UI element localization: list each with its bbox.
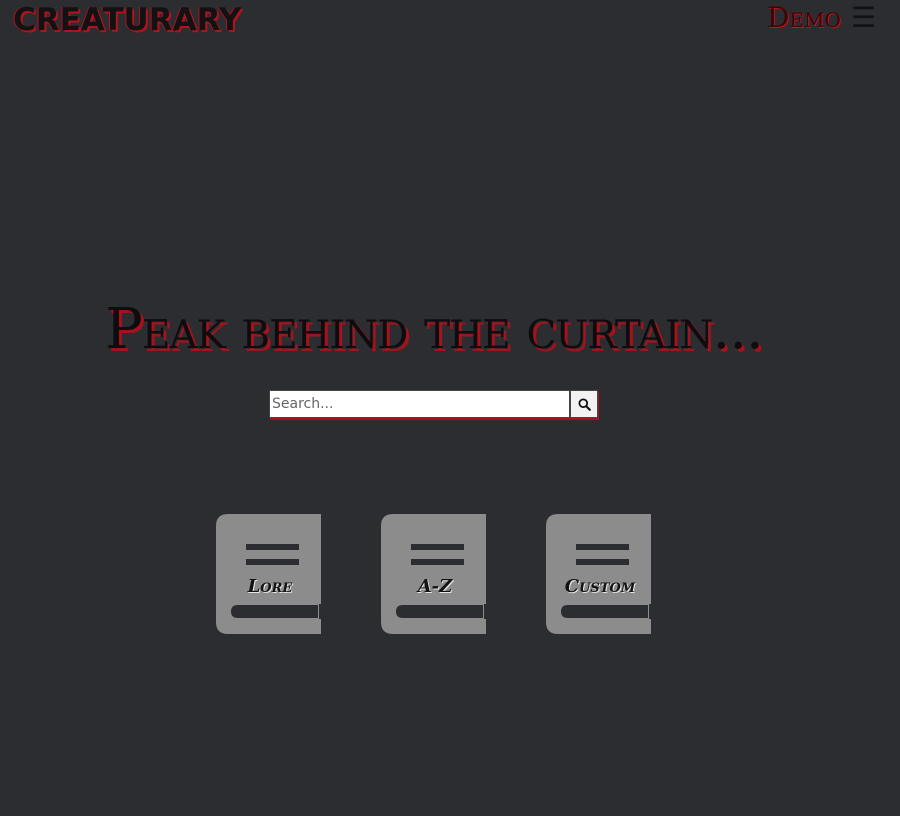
book-icon: [381, 514, 486, 634]
book-label: A-Z: [417, 576, 453, 597]
book-link-a-z[interactable]: A-Z: [381, 514, 486, 634]
book-links: Lore A-Z Custom: [216, 514, 651, 634]
search-input[interactable]: [269, 390, 570, 418]
search-icon: [577, 397, 591, 411]
demo-link[interactable]: Demo: [767, 1, 841, 35]
hamburger-menu-icon[interactable]: ☰: [851, 1, 876, 35]
book-label: Lore: [247, 576, 293, 597]
page: CREATURARY Demo ☰ Peak behind the curtai…: [0, 0, 900, 816]
book-icon: [546, 514, 651, 634]
search-button[interactable]: [570, 390, 598, 418]
page-title: Peak behind the curtain...: [105, 297, 764, 362]
book-link-custom[interactable]: Custom: [546, 514, 651, 634]
search-bar: [269, 390, 598, 418]
book-icon: [216, 514, 321, 634]
logo[interactable]: CREATURARY: [13, 0, 241, 40]
book-link-lore[interactable]: Lore: [216, 514, 321, 634]
book-label: Custom: [564, 576, 636, 597]
top-nav: Demo ☰: [767, 0, 876, 36]
